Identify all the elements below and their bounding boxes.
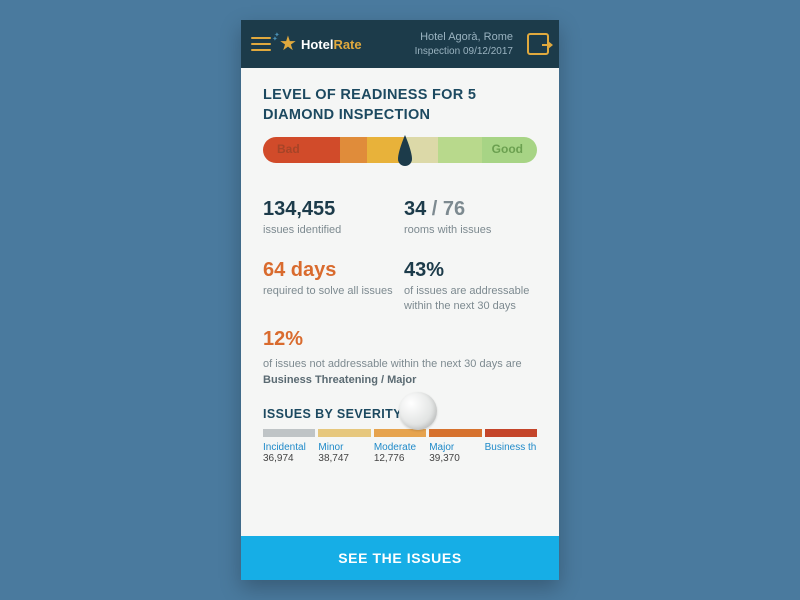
severity-item[interactable]: Minor 38,747 [318,429,370,464]
page-title: LEVEL OF READINESS FOR 5 DIAMOND INSPECT… [263,86,537,125]
hotel-name: Hotel Agorà, Rome [415,30,513,44]
brand-logo: ★ HotelRate [279,34,362,54]
inspection-date: Inspection 09/12/2017 [415,45,513,58]
stat-addressable: 43% of issues are addressable within the… [404,260,537,314]
menu-icon[interactable] [251,37,271,51]
stat-issues: 134,455 issues identified [263,199,396,238]
stat-days: 64 days required to solve all issues [263,260,396,314]
severity-item[interactable]: Major 39,370 [429,429,481,464]
stat-addressable-label: of issues are addressable within the nex… [404,284,537,314]
stat-not-addressable: 12% of issues not addressable within the… [263,324,537,389]
stat-rooms-label: rooms with issues [404,223,537,238]
touch-indicator [399,392,437,430]
stat-not-addressable-value: 12% [263,324,537,354]
stat-not-addressable-line: of issues not addressable within the nex… [263,358,522,370]
gauge-good-label: Good [492,142,523,156]
stat-issues-label: issues identified [263,223,396,238]
exit-icon[interactable] [527,33,549,55]
header-context: Hotel Agorà, Rome Inspection 09/12/2017 [415,30,513,57]
stat-rooms-value: 34 / 76 [404,199,537,219]
app-screen: ★ HotelRate Hotel Agorà, Rome Inspection… [241,20,559,580]
stat-issues-value: 134,455 [263,199,396,219]
stat-days-label: required to solve all issues [263,284,396,299]
severity-item[interactable]: Incidental 36,974 [263,429,315,464]
gauge-needle [396,135,414,171]
app-header: ★ HotelRate Hotel Agorà, Rome Inspection… [241,20,559,68]
severity-item[interactable]: Moderate 12,776 [374,429,426,464]
stat-days-value: 64 days [263,260,396,280]
gauge-bad-label: Bad [277,142,300,156]
star-icon: ★ [279,34,297,54]
stat-addressable-value: 43% [404,260,537,280]
main-content: LEVEL OF READINESS FOR 5 DIAMOND INSPECT… [241,68,559,536]
severity-chart: Incidental 36,974 Minor 38,747 Moderate … [263,429,537,464]
stats-grid: 134,455 issues identified 34 / 76 rooms … [263,199,537,314]
see-issues-button[interactable]: SEE THE ISSUES [241,536,559,580]
stat-rooms: 34 / 76 rooms with issues [404,199,537,238]
stat-not-addressable-class: Business Threatening / Major [263,374,416,386]
readiness-gauge: Bad Good [263,137,537,179]
severity-item[interactable]: Business threating [485,429,537,464]
brand-text: HotelRate [301,37,362,52]
